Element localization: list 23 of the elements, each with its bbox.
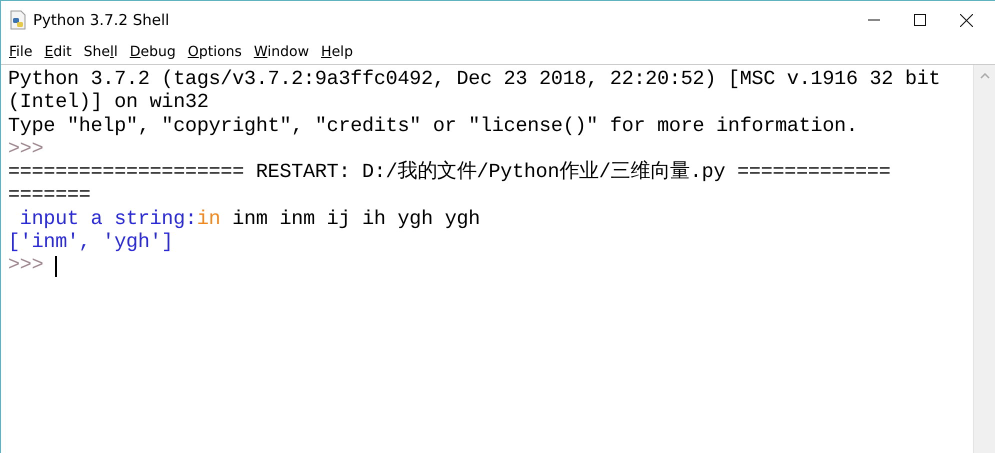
menu-item[interactable]: Shell <box>84 44 118 60</box>
menu-item[interactable]: Help <box>321 44 353 60</box>
shell-output: Python 3.7.2 (tags/v3.7.2:9a3ffc0492, Dec 23 2018, 22:20:52) [MSC v.1916 32 bit <box>8 68 940 92</box>
shell-output: inm inm ij ih ygh ygh <box>231 208 480 232</box>
menu-item[interactable]: Options <box>188 44 242 60</box>
shell-prompt: >>> <box>8 254 44 278</box>
shell-output: Type "help", "copyright", "credits" or "license()" for more information. <box>8 114 858 138</box>
menu-item[interactable]: Debug <box>130 44 176 60</box>
shell-prompt: >>> <box>8 138 44 162</box>
program-output: input a string: <box>18 208 197 232</box>
shell-output: ======= <box>8 184 91 208</box>
shell-output: ==================== RESTART: D:/我的文件/Python作业/三维向量.py ============= <box>8 161 891 184</box>
typed-text: in <box>196 208 220 232</box>
program-output: ['inm', 'ygh'] <box>8 231 174 254</box>
menu-item[interactable]: Window <box>254 44 310 60</box>
maximize-icon[interactable] <box>914 14 926 26</box>
shell-output: (Intel)] on win32 <box>8 91 209 115</box>
python-file-icon <box>9 10 27 30</box>
window-title: Python 3.7.2 Shell <box>33 11 170 29</box>
menu-item[interactable]: Edit <box>44 44 72 60</box>
scrollbar[interactable] <box>973 65 995 453</box>
menu-item[interactable]: File <box>9 44 32 60</box>
close-icon[interactable] <box>960 14 973 26</box>
